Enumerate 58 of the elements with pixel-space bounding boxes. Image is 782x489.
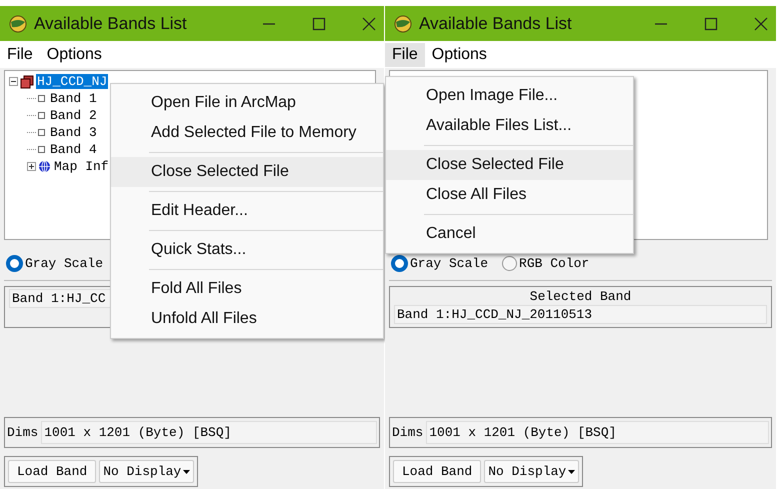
- radio-label: Gray Scale: [25, 256, 104, 270]
- menu-item[interactable]: File: [385, 42, 425, 66]
- globe-icon: [393, 14, 413, 34]
- radio-option[interactable]: RGB Color: [502, 256, 590, 270]
- radio-option[interactable]: Gray Scale: [6, 254, 104, 272]
- radio-button[interactable]: [6, 254, 23, 272]
- radio-label: RGB Color: [519, 256, 590, 270]
- square-icon: [38, 95, 45, 102]
- menu-item[interactable]: Edit Header...: [111, 196, 383, 226]
- globe-icon: [8, 14, 28, 34]
- radio-button[interactable]: [391, 254, 408, 272]
- menu-item[interactable]: Options: [424, 42, 494, 66]
- menu-item[interactable]: Close Selected File: [386, 150, 633, 180]
- tree-item[interactable]: Band 1: [49, 91, 98, 106]
- window-title: Available Bands List: [419, 14, 572, 34]
- menu-item[interactable]: Options: [40, 42, 109, 66]
- menu-item[interactable]: Cancel: [386, 219, 633, 249]
- collapse-icon[interactable]: [9, 77, 18, 86]
- dims-label: Dims: [392, 425, 424, 440]
- menu-item[interactable]: Open File in ArcMap: [111, 88, 383, 118]
- square-icon: [38, 146, 45, 153]
- menu-item[interactable]: File: [0, 42, 40, 66]
- dims-field: 1001 x 1201 (Byte) [BSQ]: [41, 421, 377, 444]
- menu-item[interactable]: Quick Stats...: [111, 235, 383, 265]
- menu-item[interactable]: Close Selected File: [111, 157, 383, 187]
- caret-icon: [568, 470, 576, 474]
- tree-item[interactable]: Band 4: [49, 142, 98, 157]
- dims-label: Dims: [7, 425, 38, 440]
- menu-item[interactable]: Fold All Files: [111, 274, 383, 304]
- close-icon[interactable]: [362, 16, 376, 30]
- menu-item[interactable]: Open Image File...: [386, 81, 633, 111]
- group-heading: Selected Band: [528, 289, 632, 305]
- selected-band-field: Band 1:HJ_CCD_NJ_20110513: [394, 305, 767, 324]
- menu-item[interactable]: Close All Files: [386, 180, 633, 210]
- caret-icon: [183, 470, 190, 474]
- maximize-icon[interactable]: [312, 16, 326, 30]
- square-icon: [38, 112, 45, 119]
- window-title: Available Bands List: [34, 14, 187, 34]
- tree-item[interactable]: Band 3: [49, 125, 98, 140]
- dims-field: 1001 x 1201 (Byte) [BSQ]: [426, 421, 769, 444]
- maximize-icon[interactable]: [704, 16, 718, 30]
- radio-button[interactable]: [502, 256, 518, 270]
- menu-item[interactable]: Available Files List...: [386, 111, 633, 141]
- load-band-button[interactable]: Load Band: [8, 460, 96, 483]
- tree-item[interactable]: Band 2: [49, 108, 98, 123]
- square-icon: [38, 129, 45, 136]
- globe-icon: [38, 160, 51, 173]
- menu-item[interactable]: Unfold All Files: [111, 304, 383, 334]
- layers-icon: [20, 74, 34, 88]
- radio-label: Gray Scale: [410, 256, 488, 270]
- tree-item[interactable]: HJ_CCD_NJ: [36, 74, 108, 89]
- display-dropdown[interactable]: No Display: [484, 460, 580, 483]
- display-dropdown[interactable]: No Display: [99, 460, 194, 483]
- close-icon[interactable]: [754, 16, 768, 30]
- menu-item[interactable]: Add Selected File to Memory: [111, 118, 383, 148]
- load-band-button[interactable]: Load Band: [393, 460, 482, 483]
- tree-item[interactable]: Map Inf: [53, 159, 110, 174]
- expand-icon[interactable]: [27, 162, 36, 171]
